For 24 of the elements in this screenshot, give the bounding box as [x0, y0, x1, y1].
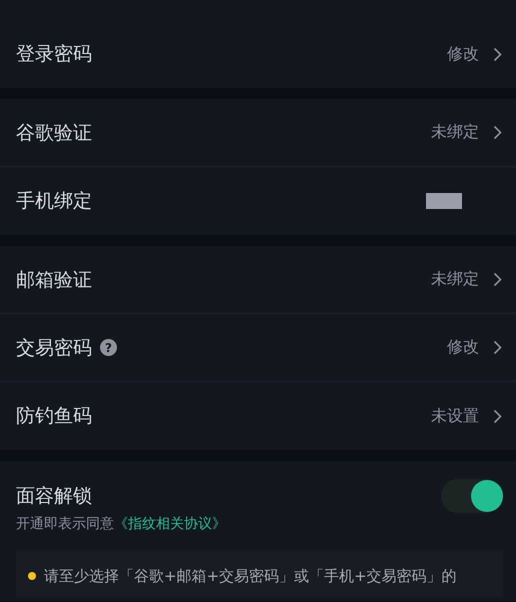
setting-value: 未绑定 [431, 269, 479, 290]
notice-text: 请至少选择「谷歌+邮箱+交易密码」或「手机+交易密码」的 [44, 566, 457, 587]
setting-value: 修改 [447, 44, 479, 64]
setting-label: 防钓鱼码 [16, 404, 92, 429]
agreement-text: 开通即表示同意《指纹相关协议》 [16, 515, 227, 533]
setting-value: 未绑定 [431, 122, 479, 143]
help-icon[interactable]: ? [100, 339, 117, 356]
setting-label: 手机绑定 [16, 189, 92, 214]
chevron-right-icon [493, 340, 502, 355]
chevron-right-icon [493, 408, 502, 424]
chevron-right-icon [493, 272, 502, 287]
redaction-mark [426, 193, 462, 209]
chevron-right-icon [493, 46, 502, 62]
setting-label: 交易密码 [16, 336, 92, 360]
setting-label: 谷歌验证 [16, 120, 92, 146]
setting-value: 修改 [447, 337, 479, 358]
bullet-icon [28, 572, 36, 580]
setting-label: 邮箱验证 [16, 268, 92, 292]
agreement-link[interactable]: 《指纹相关协议》 [114, 516, 226, 532]
setting-label: 面容解锁 [16, 484, 92, 509]
chevron-right-icon [493, 125, 502, 140]
toggle-switch[interactable] [441, 479, 503, 513]
setting-label: 登录密码 [16, 42, 92, 67]
setting-value: 未设置 [431, 406, 479, 426]
